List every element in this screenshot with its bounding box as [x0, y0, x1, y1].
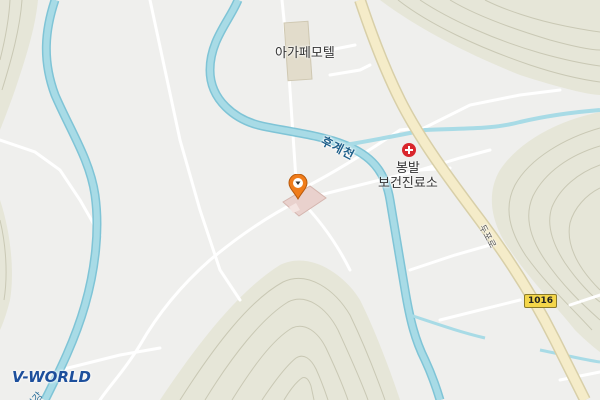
clinic-label[interactable]: 봉발 보건진료소: [378, 161, 438, 191]
route-shield: 1016: [524, 294, 558, 308]
location-pin-icon[interactable]: [288, 174, 308, 200]
vworld-logo: V-WORLD: [12, 368, 91, 386]
red-cross-icon[interactable]: [402, 143, 416, 157]
motel-label[interactable]: 아가페모텔: [275, 42, 335, 61]
map-canvas[interactable]: 아가페모텔 후계천 봉발 보건진료소 두포로 1016 천강 V-WORLD: [0, 0, 600, 400]
